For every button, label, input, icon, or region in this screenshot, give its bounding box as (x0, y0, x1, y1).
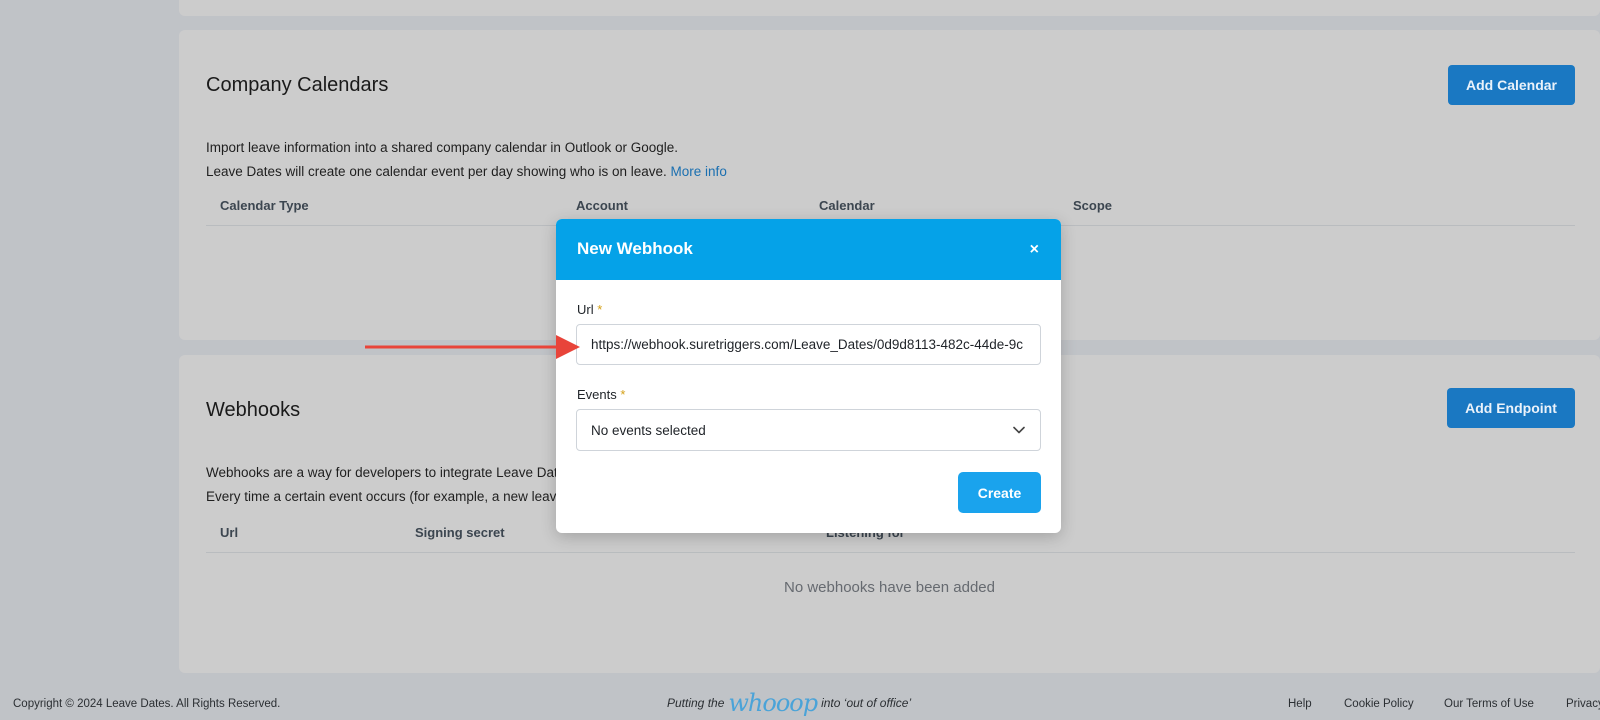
add-calendar-button[interactable]: Add Calendar (1448, 65, 1575, 105)
tagline-suffix: into ‘out of office’ (821, 696, 912, 710)
events-select-value: No events selected (591, 422, 706, 438)
url-label-text: Url (577, 302, 594, 317)
description-text: Leave Dates will create one calendar eve… (206, 164, 667, 179)
url-label: Url * (577, 302, 602, 317)
description-line: Import leave information into a shared c… (206, 140, 679, 155)
description-line: Every time a certain event occurs (for e… (206, 489, 564, 504)
events-label-text: Events (577, 387, 617, 402)
footer-link-terms-of-use[interactable]: Our Terms of Use (1444, 698, 1534, 710)
modal-title: New Webhook (577, 239, 693, 258)
section-description: Webhooks are a way for developers to int… (206, 461, 564, 509)
footer-link-privacy[interactable]: Privacy (1566, 698, 1600, 710)
events-label: Events * (577, 387, 625, 402)
new-webhook-modal: New Webhook × Url * https://webhook.sure… (556, 219, 1061, 533)
whooop-logo: whooop (728, 689, 818, 717)
required-marker: * (597, 302, 603, 317)
section-description: Import leave information into a shared c… (206, 136, 727, 184)
description-line: Leave Dates will create one calendar eve… (206, 160, 727, 184)
previous-section-card (179, 0, 1600, 16)
column-header-url: Url (220, 525, 239, 540)
footer: Copyright © 2024 Leave Dates. All Rights… (0, 690, 1600, 720)
footer-link-cookie-policy[interactable]: Cookie Policy (1344, 698, 1414, 710)
column-header-signing-secret: Signing secret (415, 525, 505, 540)
create-button[interactable]: Create (958, 472, 1041, 513)
modal-header: New Webhook × (556, 219, 1061, 280)
copyright-text: Copyright © 2024 Leave Dates. All Rights… (13, 698, 281, 710)
section-title: Company Calendars (206, 74, 389, 96)
section-title: Webhooks (206, 399, 301, 421)
empty-state-message: No webhooks have been added (784, 579, 995, 596)
add-endpoint-button[interactable]: Add Endpoint (1447, 388, 1575, 428)
column-header-calendar: Calendar (819, 198, 875, 213)
tagline: Putting the whooop into ‘out of office’ (667, 689, 912, 717)
chevron-down-icon (1013, 426, 1025, 434)
more-info-link[interactable]: More info (671, 164, 727, 179)
annotation-arrow-icon (365, 335, 580, 359)
description-line: Webhooks are a way for developers to int… (206, 465, 558, 480)
required-marker: * (620, 387, 626, 402)
url-input[interactable]: https://webhook.suretriggers.com/Leave_D… (576, 324, 1041, 365)
column-header-calendar-type: Calendar Type (220, 198, 309, 213)
column-header-scope: Scope (1073, 198, 1113, 213)
close-icon[interactable]: × (1030, 241, 1039, 259)
tagline-prefix: Putting the (667, 696, 725, 710)
events-select[interactable]: No events selected (576, 409, 1041, 451)
column-header-account: Account (576, 198, 628, 213)
footer-link-help[interactable]: Help (1288, 698, 1312, 710)
page: Company Calendars Add Calendar Import le… (0, 0, 1600, 720)
